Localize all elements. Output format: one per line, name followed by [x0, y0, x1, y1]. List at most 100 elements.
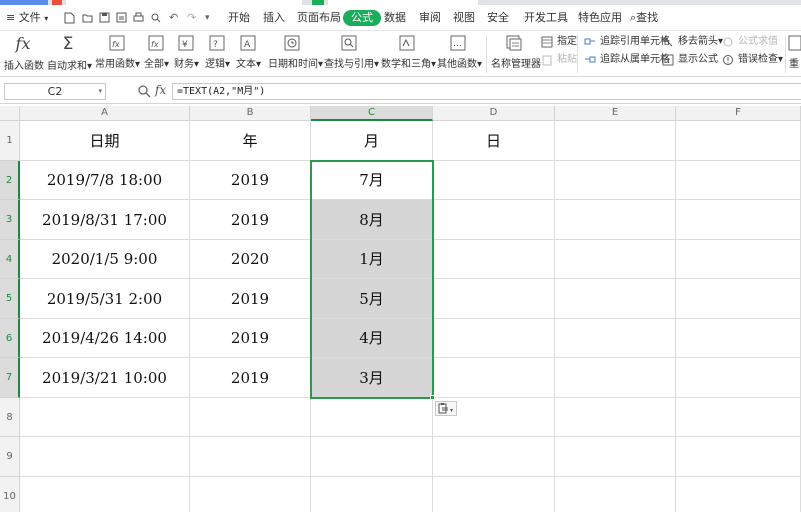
- cell-a1[interactable]: 日期: [20, 121, 190, 161]
- cell-f9[interactable]: [676, 437, 801, 477]
- column-header-e[interactable]: E: [555, 106, 676, 121]
- paste-name-button[interactable]: 粘贴: [541, 53, 577, 67]
- cell-b2[interactable]: 2019: [190, 161, 311, 200]
- cell-f1[interactable]: [676, 121, 801, 161]
- cell-c7[interactable]: 3月: [311, 358, 433, 398]
- file-menu-button[interactable]: ≡ 文件 ▾: [6, 10, 48, 26]
- column-header-f[interactable]: F: [676, 106, 801, 121]
- common-functions-button[interactable]: fx 常用函数▾: [95, 34, 140, 70]
- cell-a7[interactable]: 2019/3/21 10:00: [20, 358, 190, 398]
- zoom-search-icon[interactable]: [137, 84, 151, 98]
- cell-f8[interactable]: [676, 398, 801, 437]
- trace-dependents-button[interactable]: 追踪从属单元格: [584, 53, 670, 67]
- tab-developer[interactable]: 开发工具: [524, 10, 568, 26]
- save-icon[interactable]: [99, 12, 110, 24]
- row-header-10[interactable]: 10: [0, 477, 20, 512]
- trace-precedents-button[interactable]: 追踪引用单元格: [584, 35, 670, 49]
- specify-button[interactable]: 指定: [541, 35, 577, 49]
- cell-b4[interactable]: 2020: [190, 240, 311, 279]
- row-header-1[interactable]: 1: [0, 121, 20, 161]
- cell-b5[interactable]: 2019: [190, 279, 311, 319]
- column-header-a[interactable]: A: [20, 106, 190, 121]
- show-formulas-button[interactable]: fx 显示公式: [662, 53, 718, 67]
- row-header-5[interactable]: 5: [0, 279, 20, 319]
- cell-b3[interactable]: 2019: [190, 200, 311, 240]
- select-all-corner[interactable]: [0, 106, 20, 121]
- logical-button[interactable]: ? 逻辑▾: [205, 34, 230, 70]
- recalculate-button[interactable]: 重: [787, 34, 801, 70]
- cell-b9[interactable]: [190, 437, 311, 477]
- math-trig-button[interactable]: 数学和三角▾: [381, 34, 436, 70]
- cell-d7[interactable]: [433, 358, 555, 398]
- cell-a3[interactable]: 2019/8/31 17:00: [20, 200, 190, 240]
- cell-a9[interactable]: [20, 437, 190, 477]
- evaluate-formula-button[interactable]: 公式求值: [722, 35, 778, 49]
- tab-insert[interactable]: 插入: [263, 10, 285, 26]
- cell-a2[interactable]: 2019/7/8 18:00: [20, 161, 190, 200]
- tab-start[interactable]: 开始: [228, 10, 250, 26]
- error-check-button[interactable]: 错误检查▾: [722, 53, 783, 67]
- cell-b6[interactable]: 2019: [190, 319, 311, 358]
- open-folder-icon[interactable]: [82, 12, 93, 24]
- cell-c6[interactable]: 4月: [311, 319, 433, 358]
- cell-d1[interactable]: 日: [433, 121, 555, 161]
- cell-e4[interactable]: [555, 240, 676, 279]
- row-header-4[interactable]: 4: [0, 240, 20, 279]
- print-preview-icon[interactable]: [150, 12, 161, 24]
- date-time-button[interactable]: 日期和时间▾: [268, 34, 323, 70]
- cell-d4[interactable]: [433, 240, 555, 279]
- formula-input[interactable]: =TEXT(A2,"M月"): [172, 83, 801, 100]
- cell-e5[interactable]: [555, 279, 676, 319]
- cell-f7[interactable]: [676, 358, 801, 398]
- tab-formulas[interactable]: 公式: [343, 10, 381, 26]
- cell-c5[interactable]: 5月: [311, 279, 433, 319]
- name-box[interactable]: C2 ▾: [4, 83, 106, 100]
- autosum-button[interactable]: Σ 自动求和▾: [47, 34, 92, 72]
- cell-f4[interactable]: [676, 240, 801, 279]
- tab-view[interactable]: 视图: [453, 10, 475, 26]
- cell-e8[interactable]: [555, 398, 676, 437]
- row-header-9[interactable]: 9: [0, 437, 20, 477]
- cell-a8[interactable]: [20, 398, 190, 437]
- remove-arrows-button[interactable]: 移去箭头▾: [662, 35, 723, 49]
- redo-icon[interactable]: ↷: [187, 10, 196, 26]
- tab-security[interactable]: 安全: [487, 10, 509, 26]
- cell-b8[interactable]: [190, 398, 311, 437]
- row-header-8[interactable]: 8: [0, 398, 20, 437]
- column-header-b[interactable]: B: [190, 106, 311, 121]
- cell-e9[interactable]: [555, 437, 676, 477]
- cell-f3[interactable]: [676, 200, 801, 240]
- new-file-icon[interactable]: [64, 12, 75, 24]
- customize-toolbar-icon[interactable]: ▾: [205, 10, 210, 26]
- tab-data[interactable]: 数据: [384, 10, 406, 26]
- cell-a10[interactable]: [20, 477, 190, 512]
- row-header-6[interactable]: 6: [0, 319, 20, 358]
- cell-d5[interactable]: [433, 279, 555, 319]
- row-header-2[interactable]: 2: [0, 161, 20, 200]
- cell-c1[interactable]: 月: [311, 121, 433, 161]
- cell-c3[interactable]: 8月: [311, 200, 433, 240]
- cell-e10[interactable]: [555, 477, 676, 512]
- column-header-c[interactable]: C: [311, 106, 433, 121]
- text-functions-button[interactable]: A 文本▾: [236, 34, 261, 70]
- cell-b7[interactable]: 2019: [190, 358, 311, 398]
- column-header-d[interactable]: D: [433, 106, 555, 121]
- cell-e7[interactable]: [555, 358, 676, 398]
- row-header-3[interactable]: 3: [0, 200, 20, 240]
- chevron-down-icon[interactable]: ▾: [98, 84, 102, 99]
- cell-d6[interactable]: [433, 319, 555, 358]
- cell-f2[interactable]: [676, 161, 801, 200]
- cell-c2[interactable]: 7月: [311, 161, 433, 200]
- export-pdf-icon[interactable]: [116, 12, 127, 24]
- cell-c4[interactable]: 1月: [311, 240, 433, 279]
- cell-f6[interactable]: [676, 319, 801, 358]
- tab-review[interactable]: 审阅: [419, 10, 441, 26]
- cell-f5[interactable]: [676, 279, 801, 319]
- insert-function-button[interactable]: fx 插入函数: [4, 34, 44, 72]
- lookup-reference-button[interactable]: 查找与引用▾: [324, 34, 379, 70]
- paste-options-button[interactable]: ▾: [435, 401, 457, 416]
- financial-button[interactable]: ¥ 财务▾: [174, 34, 199, 70]
- cell-d9[interactable]: [433, 437, 555, 477]
- cell-a5[interactable]: 2019/5/31 2:00: [20, 279, 190, 319]
- cell-b10[interactable]: [190, 477, 311, 512]
